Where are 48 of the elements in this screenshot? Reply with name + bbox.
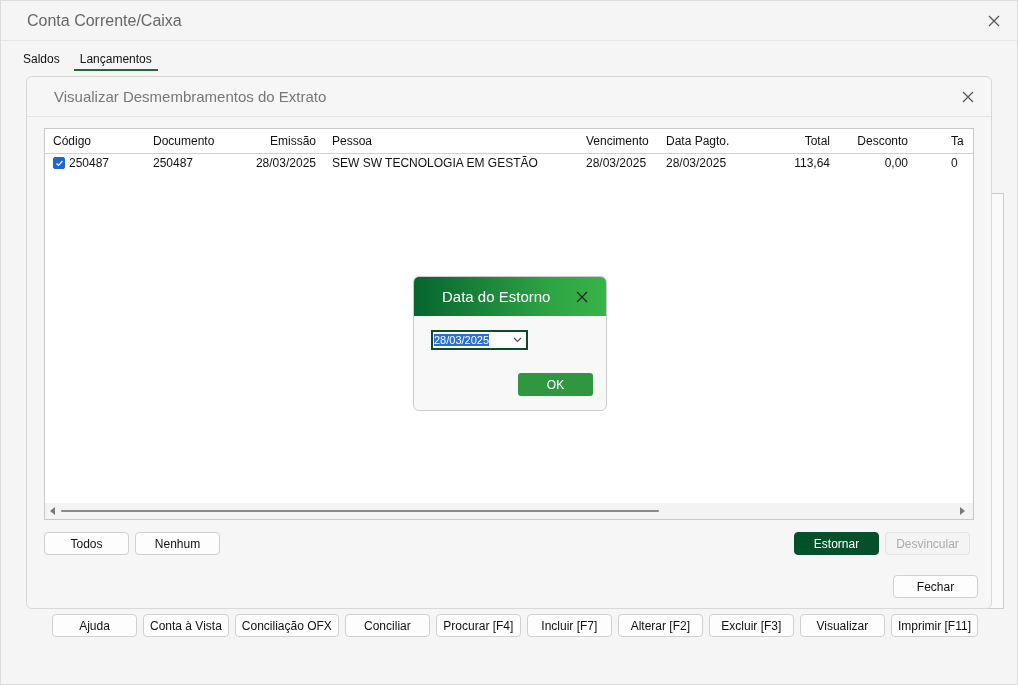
- button[interactable]: Visualizar: [799, 614, 885, 637]
- popup-title: Data do Estorno: [442, 288, 551, 305]
- table-cell: 113,64: [794, 156, 830, 170]
- button[interactable]: Ajuda: [52, 614, 137, 637]
- button[interactable]: Nenhum: [135, 532, 220, 555]
- column-header[interactable]: Vencimento: [578, 134, 658, 148]
- table-cell: 250487: [153, 156, 194, 170]
- right-arrow-icon[interactable]: [959, 507, 965, 515]
- column-header[interactable]: Documento: [145, 134, 237, 148]
- button[interactable]: Conciliação OFX: [234, 614, 339, 637]
- table-cell: 28/03/2025: [586, 156, 647, 170]
- dialog-title: Visualizar Desmembramentos do Extrato: [54, 88, 327, 105]
- column-header[interactable]: Código: [45, 134, 145, 148]
- scrollbar-thumb[interactable]: [61, 510, 659, 512]
- ok-button[interactable]: OK: [518, 373, 593, 396]
- tab[interactable]: Saldos: [19, 51, 64, 71]
- close-button[interactable]: Fechar: [893, 575, 978, 598]
- table-cell: SEW SW TECNOLOGIA EM GESTÃO: [332, 156, 538, 170]
- checkbox[interactable]: [53, 157, 65, 169]
- button[interactable]: Procurar [F4]: [435, 614, 521, 637]
- column-header[interactable]: Ta: [916, 134, 966, 148]
- window-title: Conta Corrente/Caixa: [27, 11, 182, 30]
- close-icon[interactable]: [988, 14, 1000, 27]
- column-header[interactable]: Emissão: [237, 134, 324, 148]
- chevron-down-icon[interactable]: [513, 337, 522, 343]
- button[interactable]: Imprimir [F11]: [890, 614, 978, 637]
- column-header[interactable]: Desconto: [838, 134, 916, 148]
- button[interactable]: Excluir [F3]: [708, 614, 794, 637]
- close-icon[interactable]: [576, 290, 588, 303]
- table-cell: 0,00: [884, 156, 908, 170]
- table-cell: 0: [951, 156, 958, 170]
- button[interactable]: Conciliar: [344, 614, 430, 637]
- close-icon[interactable]: [962, 90, 974, 103]
- button[interactable]: Alterar [F2]: [617, 614, 703, 637]
- date-field[interactable]: 28/03/2025: [431, 330, 528, 350]
- button[interactable]: Todos: [44, 532, 129, 555]
- column-header[interactable]: Data Pagto.: [658, 134, 760, 148]
- button[interactable]: Incluir [F7]: [526, 614, 612, 637]
- table-cell: 28/03/2025: [666, 156, 727, 170]
- column-header[interactable]: Pessoa: [324, 134, 578, 148]
- left-arrow-icon[interactable]: [50, 507, 56, 515]
- tab[interactable]: Lançamentos: [73, 51, 158, 71]
- button[interactable]: Estornar: [794, 532, 879, 555]
- column-header[interactable]: Total: [760, 134, 838, 148]
- horizontal-scrollbar[interactable]: [45, 503, 973, 519]
- button[interactable]: Conta à Vista: [143, 614, 229, 637]
- table-cell: 250487: [69, 156, 110, 170]
- table-cell: 28/03/2025: [255, 156, 316, 170]
